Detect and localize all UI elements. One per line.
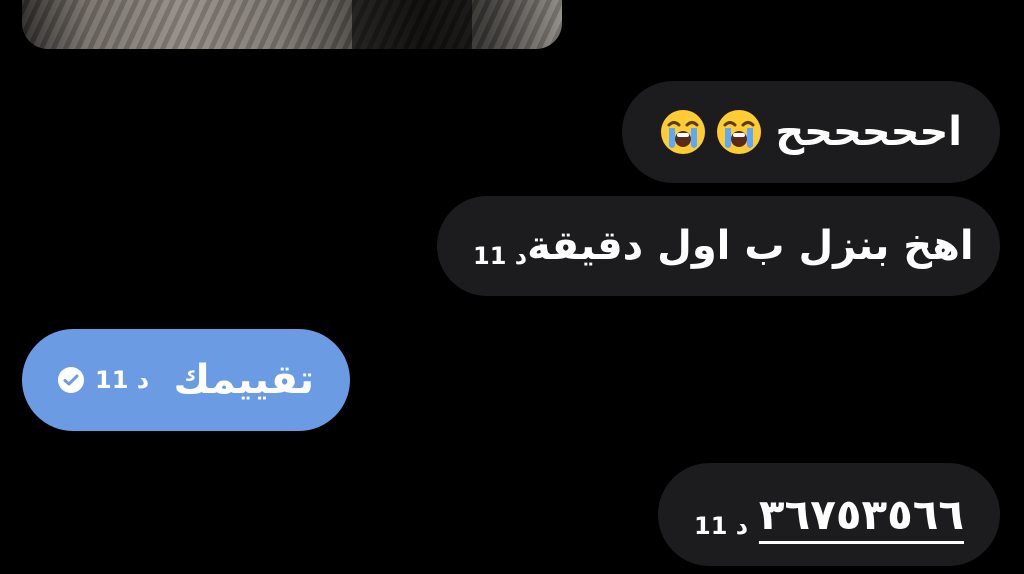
message-time: 11 د [473, 242, 528, 270]
check-circle-icon [58, 367, 84, 393]
message-bubble-2[interactable]: 11 د اهخ بنزل ب اول دقيقة [437, 196, 1000, 296]
photo-texture [22, 0, 562, 49]
chat-screen: احححححح 11 د اهخ بنزل ب اول دقيقة 11 د ت… [0, 0, 1024, 574]
message-text: تقييمك [173, 357, 314, 403]
message-bubble-4[interactable]: 11 د ٣٦٧٥٣٥٦٦ [658, 463, 1000, 566]
loudly-crying-face-icon [661, 110, 706, 154]
message-text: احححححح [775, 109, 962, 155]
message-bubble-3[interactable]: 11 د تقييمك [22, 329, 350, 431]
message-meta: 11 د [56, 365, 149, 395]
message-time: 11 د [694, 512, 749, 540]
message-time: 11 د [95, 366, 150, 394]
message-text: اهخ بنزل ب اول دقيقة [527, 223, 974, 269]
photo-message[interactable] [22, 0, 562, 49]
phone-number-link[interactable]: ٣٦٧٥٣٥٦٦ [759, 490, 964, 539]
loudly-crying-face-icon [717, 110, 762, 154]
message-bubble-1[interactable]: احححححح [622, 81, 1000, 183]
photo-shadow [352, 0, 472, 49]
emoji-group [659, 108, 763, 156]
